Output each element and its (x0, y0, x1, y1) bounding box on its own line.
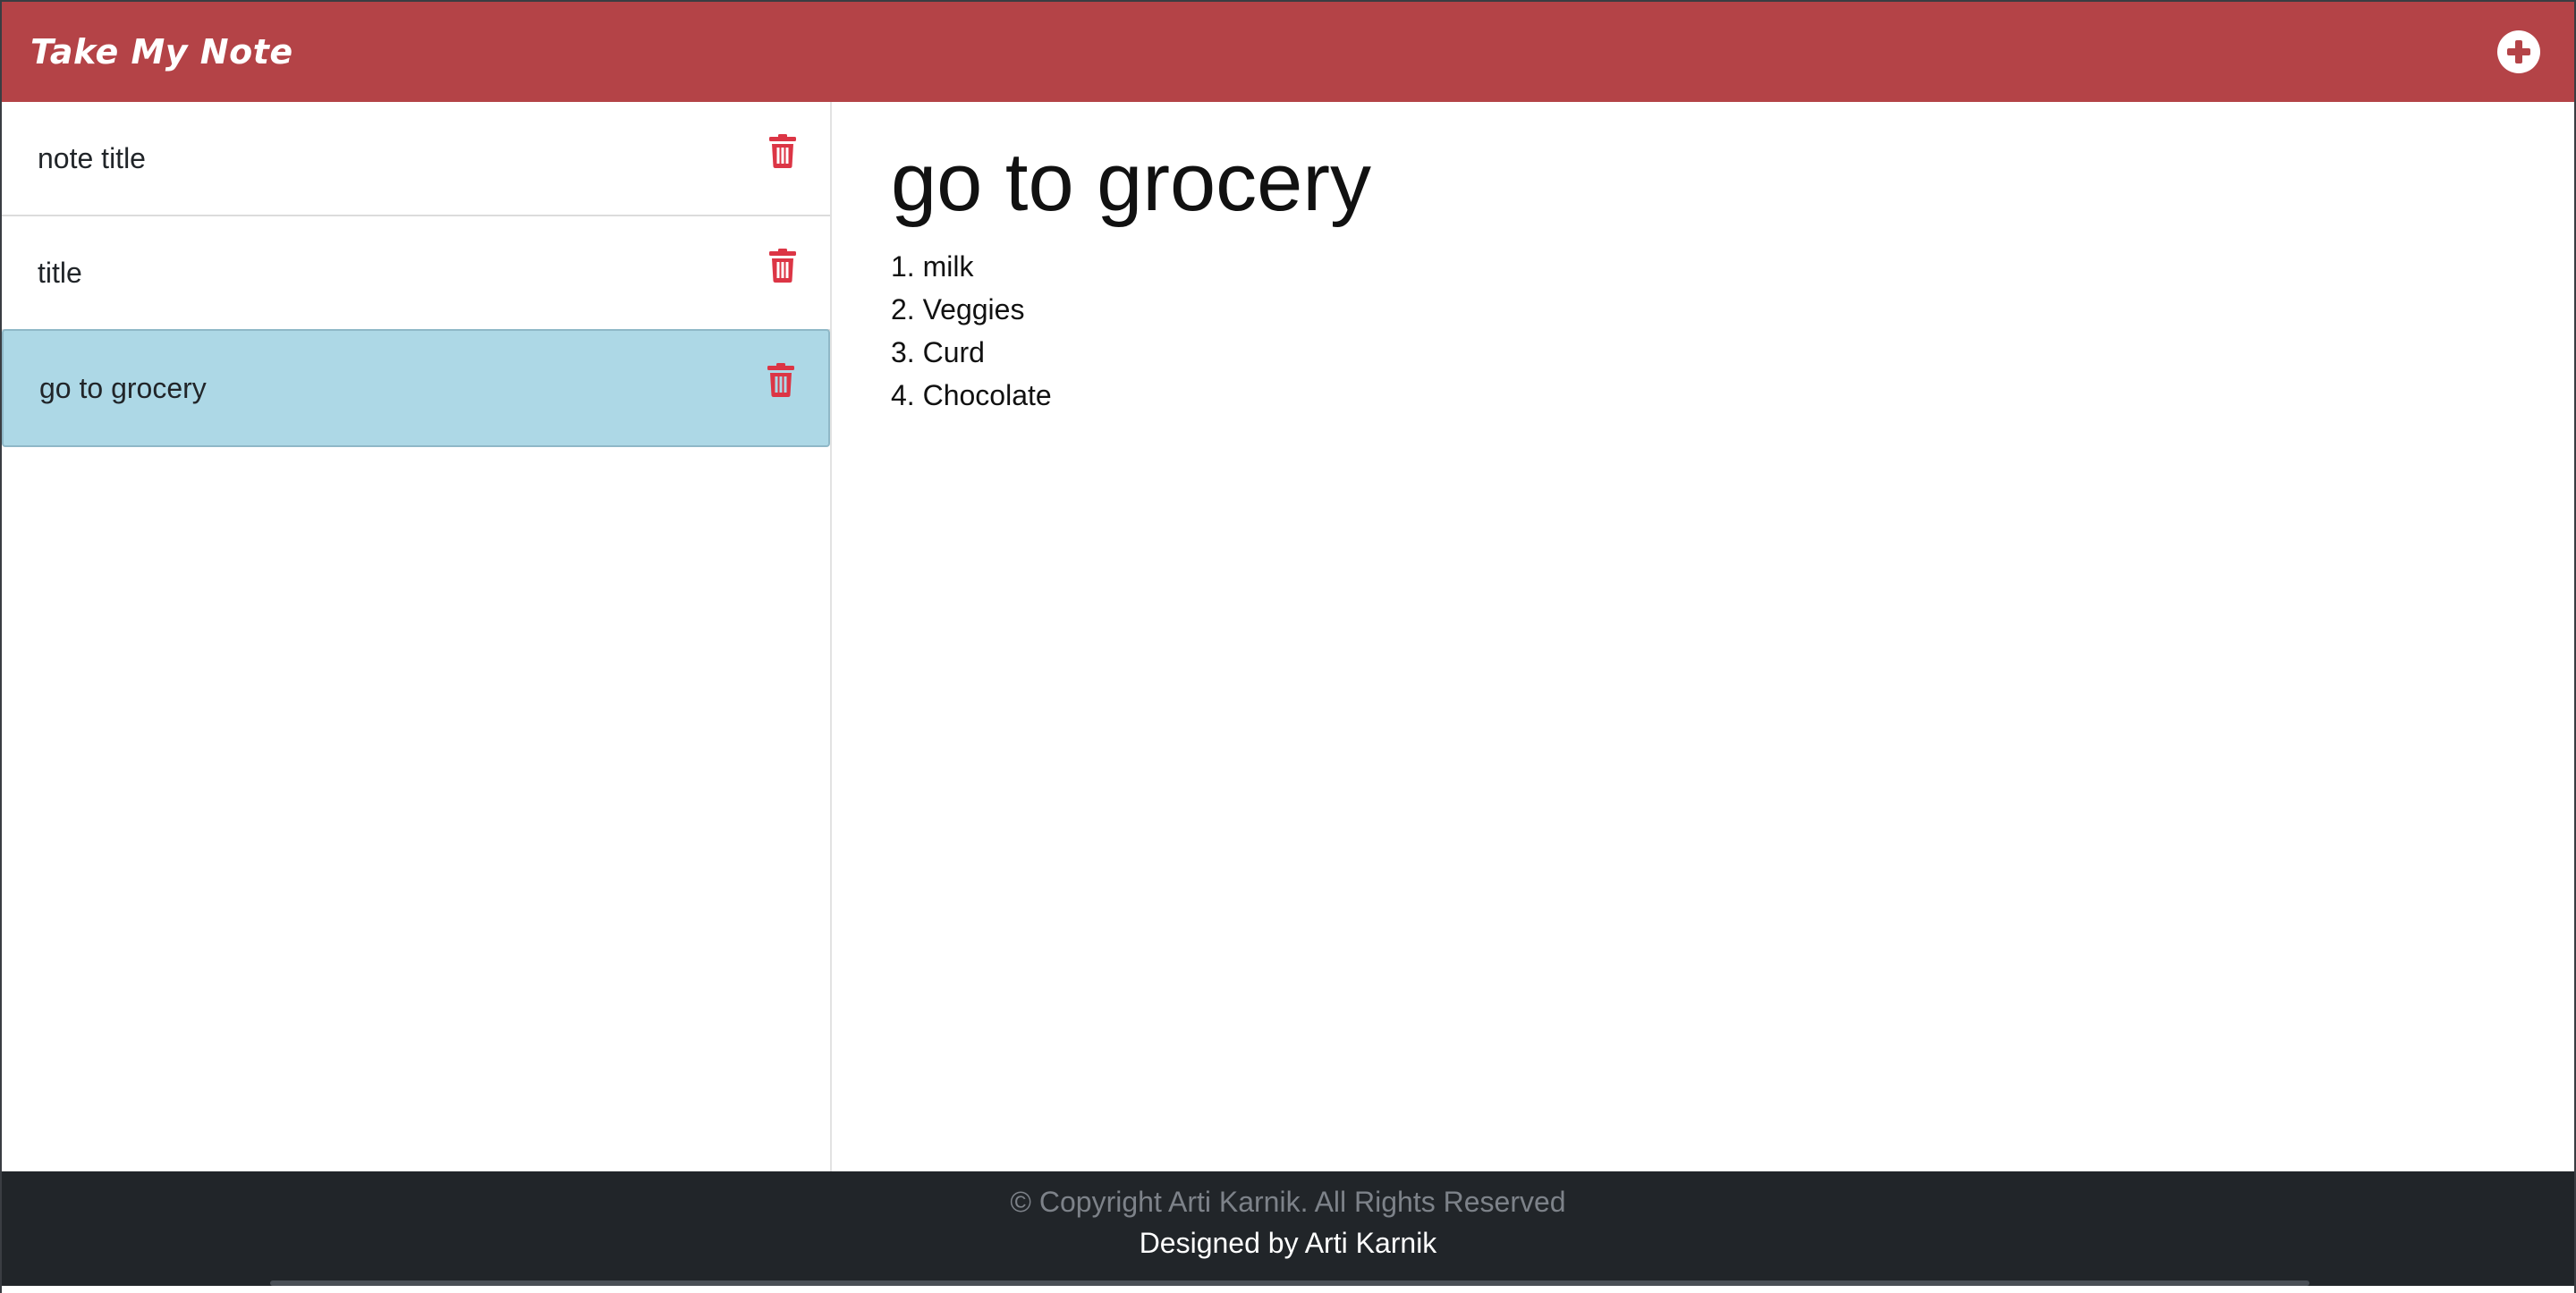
note-list-item[interactable]: title (2, 216, 830, 331)
horizontal-scrollbar[interactable] (270, 1280, 2309, 1286)
trash-icon[interactable] (767, 363, 794, 397)
trash-icon[interactable] (769, 134, 796, 168)
app-window: Take My Note note title title go to groc… (0, 0, 2576, 1293)
designed-by-text: Designed by Arti Karnik (1139, 1227, 1437, 1259)
navbar: Take My Note (2, 2, 2574, 102)
note-list-item[interactable]: note title (2, 102, 830, 216)
notes-sidebar: note title title go to grocery (2, 102, 832, 1171)
brand-title[interactable]: Take My Note (30, 32, 293, 72)
footer: © Copyright Arti Karnik. All Rights Rese… (2, 1171, 2574, 1286)
note-list-item-active[interactable]: go to grocery (2, 329, 830, 447)
note-heading: go to grocery (891, 137, 1371, 228)
trash-icon[interactable] (769, 249, 796, 283)
note-body: 1. milk 2. Veggies 3. Curd 4. Chocolate (891, 245, 2517, 417)
note-detail: go to grocery 1. milk 2. Veggies 3. Curd… (834, 102, 2574, 1171)
note-title-label: go to grocery (39, 371, 207, 404)
copyright-text: © Copyright Arti Karnik. All Rights Rese… (1010, 1186, 1566, 1218)
note-line: 3. Curd (891, 336, 985, 368)
add-note-button[interactable] (2497, 30, 2540, 73)
note-line: 2. Veggies (891, 293, 1025, 325)
note-title-label: note title (38, 141, 146, 174)
note-title-label: title (38, 256, 82, 289)
note-line: 4. Chocolate (891, 379, 1052, 411)
note-line: 1. milk (891, 250, 974, 283)
